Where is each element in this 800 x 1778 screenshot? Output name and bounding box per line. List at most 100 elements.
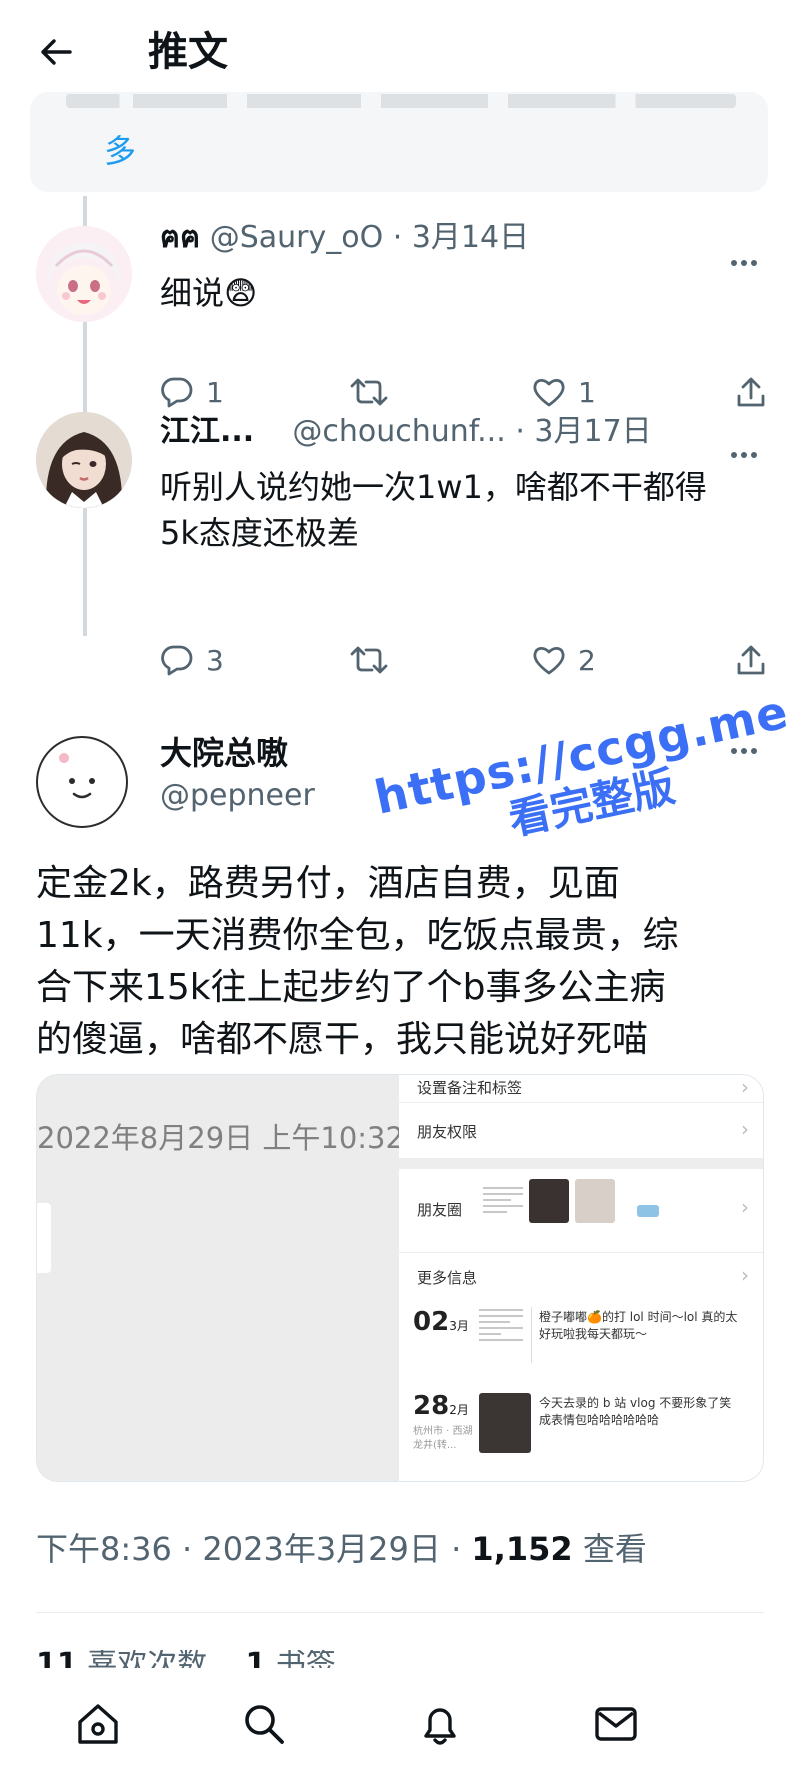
reply-text-line: 听别人说约她一次1w1，啥都不干都得	[160, 468, 707, 506]
media-row: 更多信息 ›	[417, 1263, 749, 1287]
reply-icon	[161, 645, 193, 676]
media-right-pane: 设置备注和标签 › 朋友权限 › 朋友圈 › 更多信息 › 023月 橙子嘟嘟🍊的打 l…	[399, 1075, 763, 1481]
tweet-text-line: 11k，一天消费你全包，吃饭点最贵，综	[36, 915, 679, 956]
back-button[interactable]	[36, 32, 76, 72]
bottom-navigation	[0, 1668, 800, 1778]
reply-count: 3	[206, 643, 224, 677]
handle[interactable]: @chouchunf...	[292, 414, 505, 449]
avatar[interactable]	[36, 226, 132, 322]
bell-icon	[424, 1708, 456, 1745]
thread-connector	[83, 196, 87, 226]
handle[interactable]: @pepneer	[160, 778, 315, 813]
media-thumb	[529, 1179, 569, 1223]
share-button[interactable]	[736, 372, 766, 412]
reply-header: ฅฅ @Saury_oO · 3月14日	[160, 220, 530, 255]
more-icon	[731, 452, 737, 458]
reply-actions: 1 1	[160, 372, 770, 412]
display-name[interactable]: 大院总嗷	[160, 728, 288, 774]
reply-count: 1	[206, 375, 224, 409]
retweet-icon	[350, 378, 388, 406]
reply-button[interactable]: 1	[160, 372, 224, 412]
tweet-text-line: 定金2k，路费另付，酒店自费，见面	[36, 863, 620, 904]
timestamp-text: 下午8:36 · 2023年3月29日 ·	[36, 1530, 472, 1568]
show-more-link[interactable]: 多	[104, 126, 136, 172]
reply-text-line: 5k态度还极差	[160, 514, 359, 552]
moment-text: 今天去录的 b 站 vlog 不要形象了笑成表情包哈哈哈哈哈哈	[539, 1396, 732, 1427]
share-icon	[737, 377, 765, 407]
divider	[36, 1612, 764, 1613]
views-count: 1,152	[471, 1530, 573, 1568]
reply-text: 听别人说约她一次1w1，啥都不干都得 5k态度还极差	[160, 464, 707, 556]
back-arrow-icon	[41, 39, 72, 65]
display-name[interactable]: 江江...	[160, 414, 254, 449]
quoted-tweet-card[interactable]: 多	[30, 92, 768, 192]
smiley-avatar-image	[59, 753, 95, 799]
avatar[interactable]	[36, 736, 128, 828]
more-options-button[interactable]	[722, 248, 766, 278]
like-button[interactable]: 2	[532, 640, 596, 680]
thread-connector	[83, 312, 87, 412]
like-count: 1	[578, 375, 596, 409]
post-date[interactable]: 3月17日	[534, 414, 651, 449]
page-title: 推文	[148, 29, 228, 75]
media-row: 朋友权限 ›	[399, 1103, 763, 1159]
media-left-pane: 2022年8月29日 上午10:32	[37, 1075, 404, 1481]
display-name[interactable]: ฅฅ	[160, 220, 200, 255]
top-bar: 推文	[0, 0, 800, 100]
retweet-icon	[350, 646, 388, 674]
media-text-lines	[479, 1309, 523, 1345]
more-options-button[interactable]	[722, 736, 766, 766]
nav-messages[interactable]	[586, 1694, 646, 1754]
tweet-text: 定金2k，路费另付，酒店自费，见面 11k，一天消费你全包，吃饭点最贵，综 合下…	[36, 858, 766, 1066]
media-video-thumb	[479, 1393, 531, 1453]
retweet-button[interactable]	[350, 640, 388, 680]
reply-icon	[161, 377, 193, 408]
tweet-text-line: 合下来15k往上起步约了个b事多公主病	[36, 967, 666, 1008]
tweet-text-line: 的傻逼，啥都不愿干，我只能说好死喵	[36, 1019, 649, 1060]
watermark: https://ccgg.me 看完整版	[370, 684, 800, 870]
home-icon	[78, 1704, 118, 1744]
retweet-button[interactable]	[350, 372, 388, 412]
share-button[interactable]	[736, 640, 766, 680]
share-icon	[737, 645, 765, 675]
nav-notifications[interactable]	[410, 1694, 470, 1754]
handle[interactable]: @Saury_oO	[210, 220, 384, 255]
thread-connector	[83, 502, 87, 636]
nav-home[interactable]	[68, 1694, 128, 1754]
mail-icon	[595, 1707, 637, 1741]
media-date-stamp: 2022年8月29日 上午10:32	[37, 1121, 404, 1155]
like-icon	[533, 647, 565, 675]
reply-actions: 3 2	[160, 640, 770, 680]
media-row: 朋友圈 ›	[399, 1169, 763, 1253]
moment-location: 杭州市 · 西湖龙井(转...	[413, 1426, 473, 1451]
moment-date: 023月	[413, 1307, 469, 1337]
reply-button[interactable]: 3	[160, 640, 224, 680]
search-icon	[245, 1705, 284, 1744]
like-icon	[533, 379, 565, 407]
reply-text: 细说😨	[160, 274, 258, 312]
moment-date: 282月	[413, 1391, 469, 1421]
media-gap	[399, 1159, 763, 1169]
like-count: 2	[578, 643, 596, 677]
more-icon	[731, 748, 737, 754]
truncated-text-line	[66, 94, 736, 108]
nav-search[interactable]	[234, 1694, 294, 1754]
more-icon	[731, 260, 737, 266]
avatar[interactable]	[36, 412, 132, 508]
photo-avatar-image	[36, 412, 132, 508]
tweet-media-image[interactable]: 2022年8月29日 上午10:32 设置备注和标签 › 朋友权限 › 朋友圈 › 更…	[36, 1074, 764, 1482]
reply-header: 江江... @chouchunf... · 3月17日	[160, 414, 652, 449]
more-options-button[interactable]	[722, 440, 766, 470]
media-divider	[531, 1307, 532, 1363]
media-thumb	[637, 1205, 659, 1217]
media-edge-tab	[37, 1203, 51, 1273]
anime-avatar-image	[36, 226, 132, 322]
moment-text: 橙子嘟嘟🍊的打 lol 时间～lol 真的太好玩啦我每天都玩～	[539, 1310, 738, 1341]
media-row: 设置备注和标签 ›	[399, 1075, 763, 1103]
like-button[interactable]: 1	[532, 372, 596, 412]
tweet-timestamp: 下午8:36 · 2023年3月29日 · 1,152 查看	[36, 1524, 647, 1570]
media-thumb	[575, 1179, 615, 1223]
media-text-lines	[483, 1187, 523, 1217]
post-date[interactable]: 3月14日	[412, 220, 529, 255]
views-label: 查看	[572, 1530, 647, 1568]
